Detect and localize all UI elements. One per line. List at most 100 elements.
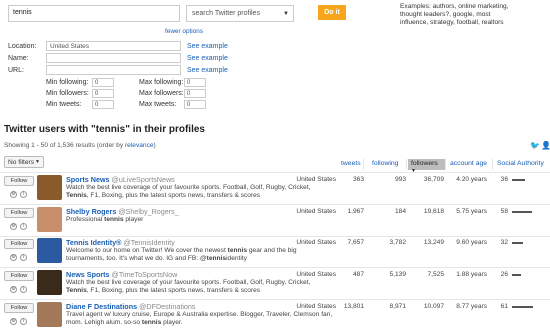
user-name-line: News Sports @TimeToSportsNow [66,270,177,279]
url-see-example-link[interactable]: See example [187,67,228,74]
avatar[interactable] [37,207,62,232]
user-handle[interactable]: @Shelby_Rogers_ [118,207,178,216]
min-following-label: Min following: [46,79,89,86]
social-authority-bar [512,242,523,244]
followers-count: 19,618 [423,208,444,215]
follow-button[interactable]: Follow [4,208,34,218]
user-name-link[interactable]: Shelby Rogers [66,207,116,216]
user-name-line: Shelby Rogers @Shelby_Rogers_ [66,207,179,216]
table-row: Follow ⚙ i Tennis Identity® @TennisIdentity… [0,236,550,268]
follow-button[interactable]: Follow [4,303,34,313]
user-handle[interactable]: @TimeToSportsNow [112,270,178,279]
account-age: 9.60 years [456,239,487,246]
location-see-example-link[interactable]: See example [187,43,228,50]
avatar[interactable] [37,238,62,263]
following-count: 184 [394,208,406,215]
search-scope-label: search Twitter profiles [192,10,260,17]
col-header-tweets[interactable]: tweets [338,159,364,170]
gear-icon[interactable]: ⚙ [10,191,17,198]
max-tweets-field[interactable]: 0 [184,100,206,109]
max-followers-field[interactable]: 0 [184,89,206,98]
tweets-count: 1,967 [347,208,364,215]
tweets-count: 13,801 [343,303,364,310]
search-examples: Examples: authors, online marketing, tho… [400,3,509,26]
user-name-link[interactable]: News Sports [66,270,110,279]
search-input[interactable]: tennis [8,5,180,22]
user-bio: Watch the best live coverage of your fav… [66,279,311,295]
user-handle[interactable]: @uLiveSportsNews [112,175,175,184]
account-age: 8.77 years [456,303,487,310]
col-header-account-age[interactable]: account age [447,159,493,170]
following-count: 993 [394,176,406,183]
followers-count: 10,097 [423,303,444,310]
search-scope-select[interactable]: search Twitter profiles ▼ [186,5,294,22]
user-name-link[interactable]: Tennis Identity® [66,238,121,247]
order-by-relevance-link[interactable]: relevance [125,142,154,149]
url-field[interactable] [46,65,181,75]
table-row: Follow ⚙ i Sports News @uLiveSportsNews Watc… [0,173,550,205]
info-icon[interactable]: i [20,191,27,198]
twitter-icon[interactable]: 🐦 [530,141,540,150]
social-authority-score: 32 [500,239,508,246]
avatar[interactable] [37,270,62,295]
followers-count: 7,525 [427,271,444,278]
summary-prefix: Showing 1 - 50 of 1,536 results (order b… [4,142,125,149]
account-age: 5.75 years [456,208,487,215]
user-name-link[interactable]: Diane F Destinations [66,302,137,311]
user-handle[interactable]: @DFDestinations [139,302,195,311]
info-icon[interactable]: i [20,254,27,261]
tweets-count: 363 [352,176,364,183]
avatar[interactable] [37,302,62,327]
filter-select[interactable]: No filters ▼ [4,156,44,168]
user-location: United States [296,271,336,278]
name-see-example-link[interactable]: See example [187,55,228,62]
max-followers-label: Max followers: [139,90,184,97]
gear-icon[interactable]: ⚙ [10,286,17,293]
info-icon[interactable]: i [20,318,27,325]
user-icon[interactable]: 👤 [541,141,550,150]
following-count: 5,139 [389,271,406,278]
user-name-link[interactable]: Sports News [66,175,110,184]
user-handle[interactable]: @TennisIdentity [123,238,174,247]
min-following-field[interactable]: 0 [92,78,114,87]
follow-button[interactable]: Follow [4,271,34,281]
info-icon[interactable]: i [20,223,27,230]
col-header-following[interactable]: following [369,159,407,170]
results-heading: Twitter users with "tennis" in their pro… [4,124,205,135]
user-name-line: Diane F Destinations @DFDestinations [66,302,196,311]
follow-button[interactable]: Follow [4,176,34,186]
min-tweets-label: Min tweets: [46,101,82,108]
results-summary: Showing 1 - 50 of 1,536 results (order b… [4,142,156,149]
name-label: Name: [8,55,29,62]
table-row: Follow ⚙ i Diane F Destinations @DFDestinat… [0,300,550,331]
chevron-down-icon: ▼ [35,159,40,165]
max-following-field[interactable]: 0 [184,78,206,87]
fewer-options-link[interactable]: fewer options [165,28,203,35]
gear-icon[interactable]: ⚙ [10,254,17,261]
location-field[interactable]: United States [46,41,181,51]
filter-select-label: No filters [8,159,35,166]
follow-button[interactable]: Follow [4,239,34,249]
social-authority-bar [512,306,533,308]
do-it-button[interactable]: Do it [318,5,346,20]
social-authority-bar [512,274,521,276]
col-header-social-authority[interactable]: Social Authority [494,159,550,170]
social-authority-score: 26 [500,271,508,278]
gear-icon[interactable]: ⚙ [10,318,17,325]
chevron-down-icon: ▼ [283,11,289,17]
user-bio: Watch the best live coverage of your fav… [66,184,311,200]
user-bio: Professional tennis player [66,216,144,223]
user-name-line: Tennis Identity® @TennisIdentity [66,238,175,247]
name-field[interactable] [46,53,181,63]
info-icon[interactable]: i [20,286,27,293]
min-followers-label: Min followers: [46,90,89,97]
avatar[interactable] [37,175,62,200]
account-age: 1.88 years [456,271,487,278]
gear-icon[interactable]: ⚙ [10,223,17,230]
user-location: United States [296,239,336,246]
min-tweets-field[interactable]: 0 [92,100,114,109]
user-location: United States [296,303,336,310]
max-following-label: Max following: [139,79,184,86]
min-followers-field[interactable]: 0 [92,89,114,98]
col-header-followers[interactable]: followers ▼ [408,159,446,174]
